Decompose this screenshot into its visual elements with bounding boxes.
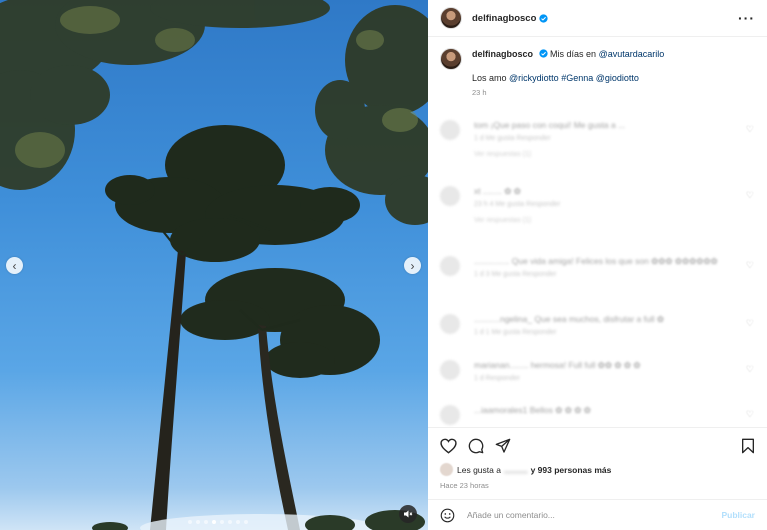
caption-text: Mis días en: [550, 49, 599, 59]
commenter-avatar[interactable]: [440, 405, 460, 425]
mention-link-2[interactable]: @giodiotto: [596, 73, 639, 83]
comment-item: tom ¡Que paso con coqui! Me gusta a ... …: [440, 120, 760, 158]
add-comment-bar: Publicar: [428, 499, 767, 530]
chevron-right-icon: ›: [410, 258, 415, 273]
comment-like-icon[interactable]: ♡: [746, 124, 754, 135]
comment-like-icon[interactable]: ♡: [746, 260, 754, 271]
carousel-dot: [196, 520, 200, 524]
commenter-avatar[interactable]: [440, 314, 460, 334]
mention-link-1[interactable]: @rickydiotto: [509, 73, 559, 83]
comment-item: ...iaamorales1 Bellos ✿ ✿ ✿ ✿ ♡: [440, 405, 760, 425]
location-mention-link[interactable]: @avutardacarilo: [599, 49, 665, 59]
post-side-panel: delfinagbosco ··· delfinagbosco Mis días…: [428, 0, 767, 530]
commenter-avatar[interactable]: [440, 186, 460, 206]
mute-toggle-button[interactable]: [399, 505, 417, 523]
comments-list[interactable]: tom ¡Que paso con coqui! Me gusta a ... …: [428, 112, 767, 427]
comment-meta[interactable]: 1 d Me gusta Responder: [474, 135, 744, 142]
carousel-dot: [188, 520, 192, 524]
post-media[interactable]: ‹ ›: [0, 0, 428, 530]
comment-like-icon[interactable]: ♡: [746, 364, 754, 375]
publish-button[interactable]: Publicar: [721, 510, 755, 520]
commenter-avatar[interactable]: [440, 360, 460, 380]
likes-prefix: Les gusta a: [457, 464, 501, 475]
comment-meta[interactable]: 23 h 4 Me gusta Responder: [474, 201, 744, 208]
comment-like-icon[interactable]: ♡: [746, 190, 754, 201]
comment-item: marianan........ hermosa! Full full ✿✿ ✿…: [440, 360, 760, 382]
bookmark-icon[interactable]: [741, 438, 755, 454]
comment-item: ...........ngelina_ Que sea muchos, disf…: [440, 314, 760, 336]
comment-text: xt ........ ✿ ✿: [474, 186, 521, 196]
next-slide-button[interactable]: ›: [404, 257, 421, 274]
comment-item: xt ........ ✿ ✿ 23 h 4 Me gusta Responde…: [440, 186, 760, 224]
author-avatar[interactable]: [440, 7, 462, 29]
send-icon[interactable]: [495, 438, 511, 454]
comment-like-icon[interactable]: ♡: [746, 318, 754, 329]
carousel-dot: [244, 520, 248, 524]
carousel-dot: [228, 520, 232, 524]
comment-item: ............... Que vida amiga! Felices …: [440, 256, 760, 278]
verified-badge-icon: [538, 49, 548, 58]
comment-text: ...iaamorales1 Bellos ✿ ✿ ✿ ✿: [474, 405, 591, 415]
heart-icon[interactable]: [440, 438, 457, 454]
comment-meta[interactable]: 1 d 1 Me gusta Responder: [474, 329, 744, 336]
comment-text: ...........ngelina_ Que sea muchos, disf…: [474, 314, 664, 324]
view-replies-link[interactable]: Ver respuestas (1): [474, 151, 744, 158]
carousel-dot: [212, 520, 216, 524]
comment-text: marianan........ hermosa! Full full ✿✿ ✿…: [474, 360, 641, 370]
comment-meta[interactable]: 1 d 3 Me gusta Responder: [474, 271, 744, 278]
chevron-left-icon: ‹: [12, 258, 17, 273]
liker-username[interactable]: ..........: [504, 465, 528, 475]
post-actions: Les gusta a .......... y 993 personas má…: [428, 427, 767, 490]
comment-input[interactable]: [467, 510, 722, 520]
commenter-avatar[interactable]: [440, 256, 460, 276]
hashtag-link[interactable]: #Genna: [561, 73, 593, 83]
emoji-icon[interactable]: [440, 508, 455, 523]
comment-text: ............... Que vida amiga! Felices …: [474, 256, 718, 266]
comment-meta[interactable]: 1 d Responder: [474, 375, 744, 382]
pine-trees-photo: [0, 0, 428, 530]
post-header: delfinagbosco ···: [428, 0, 767, 37]
post-caption: delfinagbosco Mis días en @avutardacaril…: [428, 37, 767, 98]
comment-text: tom ¡Que paso con coqui! Me gusta a ...: [474, 120, 626, 130]
previous-slide-button[interactable]: ‹: [6, 257, 23, 274]
carousel-dot: [204, 520, 208, 524]
caption-author-avatar[interactable]: [440, 48, 462, 70]
verified-badge-icon: [539, 13, 549, 23]
liker-avatar: [440, 463, 453, 476]
carousel-dot: [236, 520, 240, 524]
comment-icon[interactable]: [468, 438, 484, 454]
speaker-muted-icon: [404, 510, 413, 518]
caption-text-2: Los amo: [472, 73, 510, 84]
caption-timestamp: 23 h: [472, 88, 487, 98]
carousel-indicator: [188, 520, 248, 524]
view-replies-link[interactable]: Ver respuestas (1): [474, 217, 744, 224]
author-username[interactable]: delfinagbosco: [472, 13, 536, 24]
carousel-dot: [220, 520, 224, 524]
post-timestamp: Hace 23 horas: [440, 481, 489, 490]
caption-author[interactable]: delfinagbosco: [472, 49, 533, 59]
commenter-avatar[interactable]: [440, 120, 460, 140]
comment-like-icon[interactable]: ♡: [746, 409, 754, 420]
more-horizontal-icon[interactable]: ···: [738, 10, 755, 26]
likes-summary[interactable]: Les gusta a .......... y 993 personas má…: [440, 463, 755, 476]
likes-count[interactable]: y 993 personas más: [531, 465, 612, 475]
